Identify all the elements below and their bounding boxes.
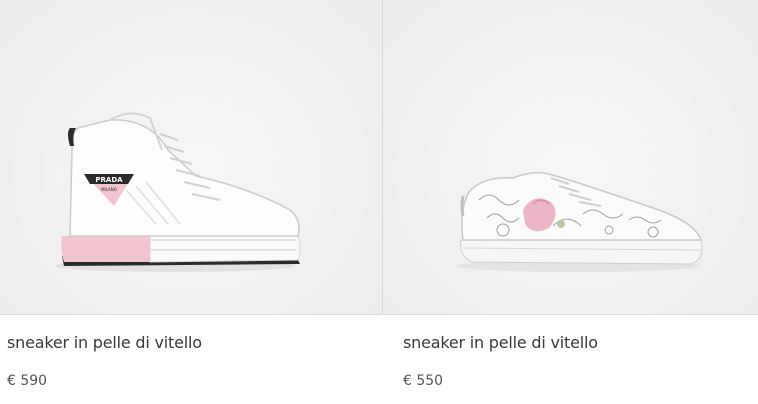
product-price: € 590 bbox=[7, 373, 48, 389]
product-image[interactable]: PRADA MILANO bbox=[0, 0, 382, 315]
low-top-sneaker-image bbox=[456, 171, 703, 272]
product-grid: PRADA MILANO sneaker in pelle di vitello… bbox=[0, 0, 758, 404]
product-price: € 550 bbox=[403, 373, 444, 389]
logo-text: PRADA bbox=[95, 176, 123, 184]
high-top-sneaker-image: PRADA MILANO bbox=[55, 112, 301, 272]
product-name[interactable]: sneaker in pelle di vitello bbox=[403, 333, 598, 352]
logo-subtext: MILANO bbox=[101, 187, 117, 192]
product-image[interactable] bbox=[383, 0, 758, 315]
product-card[interactable]: sneaker in pelle di vitello € 550 bbox=[383, 0, 758, 404]
product-card[interactable]: PRADA MILANO sneaker in pelle di vitello… bbox=[0, 0, 382, 404]
product-name[interactable]: sneaker in pelle di vitello bbox=[7, 333, 202, 352]
